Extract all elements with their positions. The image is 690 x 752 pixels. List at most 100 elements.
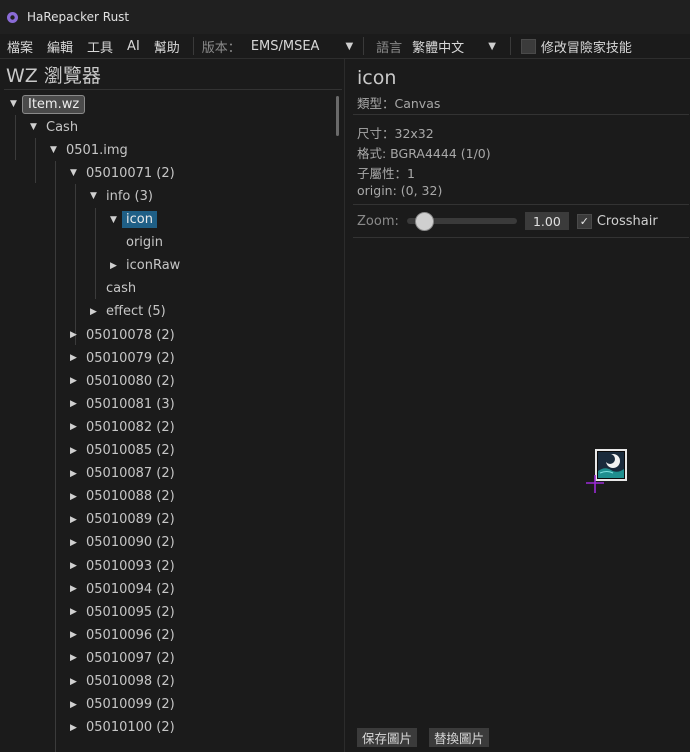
tree-node[interactable]: origin [110,233,167,253]
tree-node-label[interactable]: icon [122,211,157,228]
collapsed-arrow-icon[interactable]: ▶ [70,353,82,363]
tree-scrollbar[interactable] [336,96,339,136]
tree-node-label[interactable]: 05010097 (2) [82,650,179,667]
collapsed-arrow-icon[interactable]: ▶ [70,376,82,386]
collapsed-arrow-icon[interactable]: ▶ [70,607,82,617]
modify-skills-checkbox[interactable] [520,38,536,54]
tree-node[interactable]: ▶ 05010087 (2) [70,464,179,484]
tree-node-label[interactable]: 05010098 (2) [82,673,179,690]
tree-node-label[interactable]: 05010081 (3) [82,396,179,413]
collapsed-arrow-icon[interactable]: ▶ [70,700,82,710]
tree-node-label[interactable]: cash [102,280,140,297]
tree-node-label[interactable]: Cash [42,119,82,136]
tree-node[interactable]: ▶ 05010080 (2) [70,371,179,391]
tree-node[interactable]: ▶ 05010096 (2) [70,625,179,645]
menu-separator [509,37,511,55]
tree-node[interactable]: ▼ info (3) [90,186,157,206]
tree-node[interactable]: ▶ 05010078 (2) [70,325,179,345]
tree-node[interactable]: ▶ 05010098 (2) [70,672,179,692]
tree-node-label[interactable]: 05010080 (2) [82,373,179,390]
zoom-slider[interactable] [406,212,517,231]
collapsed-arrow-icon[interactable]: ▶ [70,538,82,548]
tree-node-label[interactable]: effect (5) [102,303,170,320]
collapsed-arrow-icon[interactable]: ▶ [70,492,82,502]
tree-node-label[interactable]: 05010085 (2) [82,442,179,459]
origin-value: origin: (0, 32) [357,183,443,198]
expanded-arrow-icon[interactable]: ▼ [90,191,102,201]
tree-node-label[interactable]: 05010087 (2) [82,465,179,482]
collapsed-arrow-icon[interactable]: ▶ [90,307,102,317]
expanded-arrow-icon[interactable]: ▼ [110,215,122,225]
collapsed-arrow-icon[interactable]: ▶ [70,630,82,640]
expanded-arrow-icon[interactable]: ▼ [30,122,42,132]
language-select[interactable]: 繁體中文 ▼ [412,37,496,56]
tree-node-label[interactable]: 05010093 (2) [82,558,179,575]
tree-node[interactable]: ▶ 05010097 (2) [70,648,179,668]
tree-node[interactable]: ▼ 0501.img [50,140,132,160]
tree-node-label[interactable]: 05010096 (2) [82,627,179,644]
collapsed-arrow-icon[interactable]: ▶ [70,653,82,663]
tree-node-label[interactable]: 05010079 (2) [82,350,179,367]
tree-node-label[interactable]: info (3) [102,188,157,205]
collapsed-arrow-icon[interactable]: ▶ [70,446,82,456]
menu-edit[interactable]: 編輯 [40,37,80,56]
tree-node[interactable]: ▶ iconRaw [110,256,184,276]
collapsed-arrow-icon[interactable]: ▶ [70,561,82,571]
tree-node-label[interactable]: origin [122,234,167,251]
zoom-slider-thumb[interactable] [414,212,434,231]
tree-node[interactable]: ▶ 05010088 (2) [70,487,179,507]
tree-node[interactable]: ▶ 05010089 (2) [70,510,179,530]
zoom-value-input[interactable]: 1.00 [524,212,569,230]
tree-node[interactable]: ▼ Item.wz [10,94,86,114]
tree-node-label[interactable]: 05010100 (2) [82,719,179,736]
save-image-button[interactable]: 保存圖片 [357,728,418,747]
collapsed-arrow-icon[interactable]: ▶ [70,469,82,479]
tree-node-label[interactable]: 05010082 (2) [82,419,179,436]
menu-tools[interactable]: 工具 [80,37,120,56]
tree-node[interactable]: ▶ 05010081 (3) [70,394,179,414]
collapsed-arrow-icon[interactable]: ▶ [110,261,122,271]
tree-node-label[interactable]: 05010095 (2) [82,604,179,621]
collapsed-arrow-icon[interactable]: ▶ [70,330,82,340]
tree-node[interactable]: ▶ 05010090 (2) [70,533,179,553]
tree-node[interactable]: cash [90,279,140,299]
tree-node-label[interactable]: 05010089 (2) [82,511,179,528]
crosshair-checkbox[interactable]: ✓ [576,213,592,229]
menu-file[interactable]: 檔案 [0,37,40,56]
expanded-arrow-icon[interactable]: ▼ [50,145,62,155]
collapsed-arrow-icon[interactable]: ▶ [70,422,82,432]
tree-node-label[interactable]: iconRaw [122,257,184,274]
collapsed-arrow-icon[interactable]: ▶ [70,677,82,687]
expanded-arrow-icon[interactable]: ▼ [10,99,22,109]
tree-node-label[interactable]: Item.wz [22,94,86,114]
tree-node-label[interactable]: 0501.img [62,142,132,159]
collapsed-arrow-icon[interactable]: ▶ [70,515,82,525]
tree-node-label[interactable]: 05010071 (2) [82,165,179,182]
tree-node-label[interactable]: 05010078 (2) [82,327,179,344]
tree-node-label[interactable]: 05010099 (2) [82,696,179,713]
tree-node[interactable]: ▼ 05010071 (2) [70,163,179,183]
tree-node-label[interactable]: 05010088 (2) [82,488,179,505]
tree-node[interactable]: ▶ 05010085 (2) [70,441,179,461]
tree-node[interactable]: ▶ 05010095 (2) [70,602,179,622]
tree-node[interactable]: ▶ 05010099 (2) [70,695,179,715]
tree-node[interactable]: ▶ 05010079 (2) [70,348,179,368]
tree-node[interactable]: ▼ icon [110,210,157,230]
expanded-arrow-icon[interactable]: ▼ [70,168,82,178]
collapsed-arrow-icon[interactable]: ▶ [70,723,82,733]
tree-node[interactable]: ▶ effect (5) [90,302,170,322]
tree-node-label[interactable]: 05010090 (2) [82,534,179,551]
version-select[interactable]: EMS/MSEA ▼ [251,39,353,54]
tree-node[interactable]: ▶ 05010082 (2) [70,417,179,437]
collapsed-arrow-icon[interactable]: ▶ [70,584,82,594]
tree-node[interactable]: ▶ 05010100 (2) [70,718,179,738]
app-title: HaRepacker Rust [27,10,130,24]
tree-node[interactable]: ▶ 05010094 (2) [70,579,179,599]
collapsed-arrow-icon[interactable]: ▶ [70,399,82,409]
tree-node[interactable]: ▶ 05010093 (2) [70,556,179,576]
menu-help[interactable]: 幫助 [147,37,187,56]
tree-node[interactable]: ▼ Cash [30,117,82,137]
tree-node-label[interactable]: 05010094 (2) [82,581,179,598]
replace-image-button[interactable]: 替換圖片 [429,728,490,747]
menu-ai[interactable]: AI [120,39,147,54]
